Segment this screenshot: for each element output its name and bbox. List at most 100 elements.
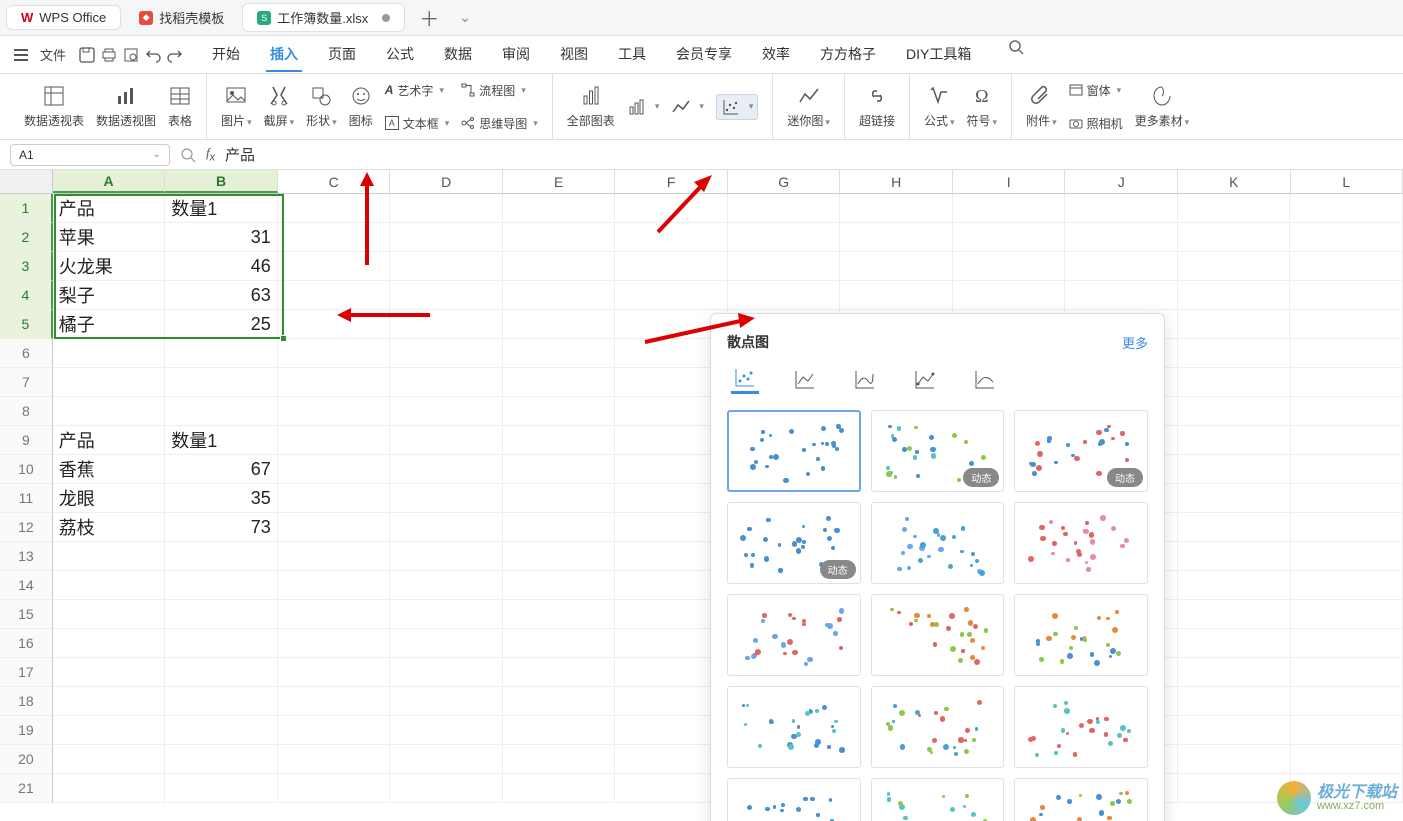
cell-J1[interactable] xyxy=(1065,194,1178,223)
chart-template-14[interactable] xyxy=(1014,778,1148,821)
cell-K7[interactable] xyxy=(1178,368,1291,397)
menu-tools[interactable]: 工具 xyxy=(614,38,650,72)
cell-E1[interactable] xyxy=(503,194,616,223)
cell-B2[interactable]: 31 xyxy=(165,223,278,252)
cell-C5[interactable] xyxy=(278,310,391,339)
cell-E2[interactable] xyxy=(503,223,616,252)
cell-D9[interactable] xyxy=(390,426,503,455)
cell-E17[interactable] xyxy=(503,658,616,687)
cell-B14[interactable] xyxy=(165,571,278,600)
cell-L2[interactable] xyxy=(1290,223,1403,252)
cell-D17[interactable] xyxy=(390,658,503,687)
menu-vip[interactable]: 会员专享 xyxy=(672,38,736,72)
cell-A6[interactable] xyxy=(53,339,166,368)
cell-L13[interactable] xyxy=(1291,542,1403,571)
menu-review[interactable]: 审阅 xyxy=(498,38,534,72)
cell-A14[interactable] xyxy=(53,571,166,600)
add-tab-button[interactable]: ＋ xyxy=(409,3,449,32)
cell-B8[interactable] xyxy=(165,397,278,426)
col-header-J[interactable]: J xyxy=(1065,170,1178,193)
cell-K21[interactable] xyxy=(1178,774,1291,803)
cell-L15[interactable] xyxy=(1291,600,1403,629)
col-header-K[interactable]: K xyxy=(1178,170,1291,193)
cell-H3[interactable] xyxy=(840,252,953,281)
row-header[interactable]: 14 xyxy=(0,571,53,600)
cell-F2[interactable] xyxy=(615,223,728,252)
scatter-type-basic[interactable] xyxy=(731,366,759,394)
row-header[interactable]: 18 xyxy=(0,687,53,716)
cell-K12[interactable] xyxy=(1178,513,1291,542)
chart-template-6[interactable] xyxy=(727,594,861,676)
cell-C13[interactable] xyxy=(278,542,391,571)
cell-D8[interactable] xyxy=(390,397,503,426)
cell-B16[interactable] xyxy=(165,629,278,658)
cell-D18[interactable] xyxy=(390,687,503,716)
cell-J2[interactable] xyxy=(1065,223,1178,252)
col-header-B[interactable]: B xyxy=(165,170,278,193)
cell-D12[interactable] xyxy=(390,513,503,542)
cell-K8[interactable] xyxy=(1178,397,1291,426)
cell-K18[interactable] xyxy=(1178,687,1291,716)
cell-C6[interactable] xyxy=(278,339,391,368)
cell-B10[interactable]: 67 xyxy=(165,455,278,484)
cell-H4[interactable] xyxy=(840,281,953,310)
chart-template-3[interactable]: 动态 xyxy=(727,502,861,584)
cell-L20[interactable] xyxy=(1291,745,1403,774)
row-header[interactable]: 16 xyxy=(0,629,53,658)
cell-C16[interactable] xyxy=(278,629,391,658)
chart-template-4[interactable] xyxy=(871,502,1005,584)
attachment-button[interactable]: 附件▾ xyxy=(1026,84,1057,129)
menu-start[interactable]: 开始 xyxy=(208,38,244,72)
tab-home[interactable]: W WPS Office xyxy=(6,5,121,30)
cell-D6[interactable] xyxy=(390,339,503,368)
cell-A3[interactable]: 火龙果 xyxy=(53,252,166,281)
cell-E15[interactable] xyxy=(503,600,616,629)
row-header[interactable]: 4 xyxy=(0,281,53,310)
row-header[interactable]: 2 xyxy=(0,223,53,252)
cell-E21[interactable] xyxy=(503,774,616,803)
undo-icon[interactable] xyxy=(144,46,162,64)
cell-E19[interactable] xyxy=(503,716,616,745)
col-header-E[interactable]: E xyxy=(503,170,616,193)
cell-E10[interactable] xyxy=(503,455,616,484)
cell-D3[interactable] xyxy=(390,252,503,281)
cell-I4[interactable] xyxy=(953,281,1066,310)
cell-L7[interactable] xyxy=(1291,368,1403,397)
cell-C1[interactable] xyxy=(278,194,391,223)
zoom-icon[interactable] xyxy=(180,147,196,163)
print-icon[interactable] xyxy=(100,46,118,64)
hamburger-icon[interactable] xyxy=(14,49,28,61)
cell-L8[interactable] xyxy=(1291,397,1403,426)
scatter-type-line[interactable] xyxy=(791,366,819,394)
col-header-I[interactable]: I xyxy=(953,170,1066,193)
cell-A4[interactable]: 梨子 xyxy=(53,281,166,310)
tab-template[interactable]: ◆ 找稻壳模板 xyxy=(125,4,238,31)
cell-C19[interactable] xyxy=(278,716,391,745)
cell-K2[interactable] xyxy=(1178,223,1291,252)
cell-K16[interactable] xyxy=(1178,629,1291,658)
cell-D15[interactable] xyxy=(390,600,503,629)
cell-A11[interactable]: 龙眼 xyxy=(53,484,166,513)
cell-H2[interactable] xyxy=(840,223,953,252)
cell-L10[interactable] xyxy=(1291,455,1403,484)
row-header[interactable]: 10 xyxy=(0,455,53,484)
icon-button[interactable]: 图标 xyxy=(349,84,373,129)
chart-template-0[interactable] xyxy=(727,410,861,492)
cell-K10[interactable] xyxy=(1178,455,1291,484)
cell-K19[interactable] xyxy=(1178,716,1291,745)
cell-L16[interactable] xyxy=(1291,629,1403,658)
cell-C17[interactable] xyxy=(278,658,391,687)
cell-B4[interactable]: 63 xyxy=(165,281,278,310)
col-header-L[interactable]: L xyxy=(1291,170,1403,193)
row-header[interactable]: 3 xyxy=(0,252,53,281)
cell-J3[interactable] xyxy=(1065,252,1178,281)
cell-G3[interactable] xyxy=(728,252,841,281)
cell-B1[interactable]: 数量1 xyxy=(165,194,278,223)
cell-D14[interactable] xyxy=(390,571,503,600)
cell-G2[interactable] xyxy=(728,223,841,252)
cell-A20[interactable] xyxy=(53,745,166,774)
cell-E18[interactable] xyxy=(503,687,616,716)
shapes-button[interactable]: 形状▾ xyxy=(306,84,337,129)
cell-C15[interactable] xyxy=(278,600,391,629)
cell-J4[interactable] xyxy=(1065,281,1178,310)
